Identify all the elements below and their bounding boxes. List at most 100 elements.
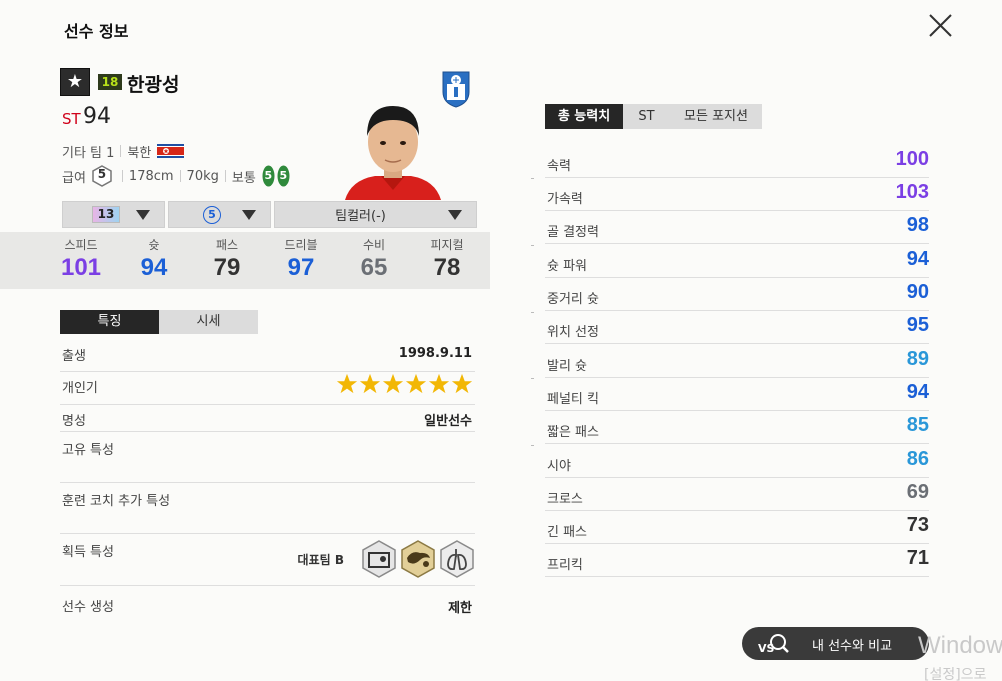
attr-row-finishing: 골 결정력 98 xyxy=(545,211,929,244)
detail-row-skill-moves: 개인기 xyxy=(60,372,475,405)
attr-row-vision: 시야 86 xyxy=(545,445,929,478)
foot-rating: 5 5 xyxy=(262,165,290,187)
tab-market[interactable]: 시세 xyxy=(159,310,258,334)
summary-stats: 스피드 101 슛 94 패스 79 드리블 97 수비 65 피지컬 78 xyxy=(0,232,490,289)
compare-with-my-player-button[interactable]: VS 내 선수와 비교 xyxy=(742,627,929,660)
attr-row-short-passing: 짧은 패스 85 xyxy=(545,411,929,444)
stat-value: 79 xyxy=(213,254,241,281)
stat-passing: 패스 79 xyxy=(197,237,257,283)
compare-label: 내 선수와 비교 xyxy=(812,639,893,654)
attr-label: 크로스 xyxy=(547,492,583,507)
stat-value: 94 xyxy=(140,254,168,281)
tab-position-st[interactable]: ST xyxy=(623,104,670,129)
detail-row-birth: 출생 1998.9.11 xyxy=(60,340,475,372)
detail-label: 훈련 코치 추가 특성 xyxy=(62,494,171,509)
dragon-trait-icon[interactable] xyxy=(400,540,436,578)
star-icon xyxy=(382,373,404,394)
player-name: 한광성 xyxy=(127,74,180,96)
team-color-label: 팀컬러(-) xyxy=(335,209,386,224)
detail-row-acquired-trait: 획득 특성 대표팀 B xyxy=(60,534,475,586)
detail-value: 제한 xyxy=(448,601,472,616)
detail-label: 개인기 xyxy=(62,381,98,396)
salary-badge: 5 xyxy=(91,165,113,187)
stat-label: 피지컬 xyxy=(430,238,464,252)
attr-label: 속력 xyxy=(547,159,571,174)
attr-row-shot-power: 슛 파워 94 xyxy=(545,245,929,278)
stat-label: 스피드 xyxy=(64,238,98,252)
stat-value: 101 xyxy=(60,254,102,281)
attr-value: 100 xyxy=(895,148,929,170)
attr-label: 위치 선정 xyxy=(547,325,599,340)
detail-label: 선수 생성 xyxy=(62,600,114,615)
attr-value: 94 xyxy=(906,381,929,403)
goalkeeper-trait-icon[interactable] xyxy=(361,540,397,578)
attr-value: 86 xyxy=(906,448,929,470)
club-nation-line: 기타 팀 1 북한 xyxy=(62,143,185,161)
close-icon[interactable] xyxy=(924,10,956,42)
attr-label: 짧은 패스 xyxy=(547,425,599,440)
attr-value: 69 xyxy=(906,481,929,503)
trait-team-label: 대표팀 B xyxy=(297,552,344,567)
weight-value: 70kg xyxy=(186,168,219,184)
stat-value: 78 xyxy=(433,254,461,281)
attr-value: 94 xyxy=(906,248,929,270)
attr-label: 발리 슛 xyxy=(547,359,588,374)
chevron-down-icon xyxy=(448,210,462,220)
os-watermark-subtitle: [설정]으로 xyxy=(924,667,987,681)
body-type: 보통 xyxy=(231,170,256,186)
detail-label: 출생 xyxy=(62,349,86,364)
attr-row-long-passing: 긴 패스 73 xyxy=(545,511,929,544)
upgrade-level-dropdown[interactable]: 13 xyxy=(62,201,165,228)
attr-row-volleys: 발리 슛 89 xyxy=(545,345,929,378)
body-info-line: 급여 5 178cm 70kg 보통 5 5 xyxy=(62,165,290,187)
club-logo-icon xyxy=(442,71,470,108)
upgrade-badge: 13 xyxy=(92,206,120,223)
attr-label: 중거리 슛 xyxy=(547,292,599,307)
attr-value: 90 xyxy=(906,281,929,303)
season-badge: 18 xyxy=(98,74,122,90)
skill-stars xyxy=(336,373,473,395)
stat-label: 수비 xyxy=(362,238,386,252)
attr-label: 프리킥 xyxy=(547,558,583,573)
attr-row-positioning: 위치 선정 95 xyxy=(545,311,929,344)
vs-compare-icon: VS xyxy=(758,634,789,655)
attr-value: 85 xyxy=(906,414,929,436)
star-icon xyxy=(359,373,381,394)
close-button[interactable] xyxy=(924,10,956,42)
stat-value: 97 xyxy=(287,254,315,281)
chevron-down-icon xyxy=(136,210,150,220)
stat-label: 패스 xyxy=(215,238,239,252)
tab-all-positions[interactable]: 모든 포지션 xyxy=(670,104,762,129)
star-icon xyxy=(336,373,358,394)
tab-traits[interactable]: 특징 xyxy=(60,310,159,334)
height-value: 178cm xyxy=(128,168,174,184)
team-color-dropdown[interactable]: 팀컬러(-) xyxy=(274,201,477,228)
detail-value: 1998.9.11 xyxy=(398,346,472,361)
trait-icons: 대표팀 B xyxy=(298,540,475,578)
favorite-button[interactable]: ★ xyxy=(60,68,90,96)
tab-total-stats[interactable]: 총 능력치 xyxy=(545,104,623,129)
detail-label: 고유 특성 xyxy=(62,443,114,458)
os-watermark-title: Window xyxy=(918,632,1002,659)
stat-defending: 수비 65 xyxy=(344,237,404,283)
star-icon: ★ xyxy=(66,71,84,92)
salary-select-value: 5 xyxy=(203,206,221,224)
attr-row-acceleration: 가속력 103 xyxy=(545,178,929,211)
detail-label: 획득 특성 xyxy=(62,545,114,560)
panel-title: 선수 정보 xyxy=(64,22,129,41)
detail-row-unique-trait: 고유 특성 xyxy=(60,432,475,483)
nation-name: 북한 xyxy=(127,145,152,161)
attr-label: 골 결정력 xyxy=(547,225,599,240)
attr-label: 긴 패스 xyxy=(547,525,588,540)
right-foot-value: 5 xyxy=(279,169,288,182)
stat-label: 드리블 xyxy=(284,238,318,252)
north-korea-flag-icon xyxy=(157,144,185,158)
star-icon xyxy=(451,373,473,394)
attr-value: 71 xyxy=(906,547,929,569)
attr-row-free-kick: 프리킥 71 xyxy=(545,544,929,577)
stat-shooting: 슛 94 xyxy=(124,237,184,283)
salary-dropdown[interactable]: 5 xyxy=(168,201,271,228)
stamina-trait-icon[interactable] xyxy=(439,540,475,578)
stat-physical: 피지컬 78 xyxy=(417,237,477,283)
attr-row-crossing: 크로스 69 xyxy=(545,478,929,511)
